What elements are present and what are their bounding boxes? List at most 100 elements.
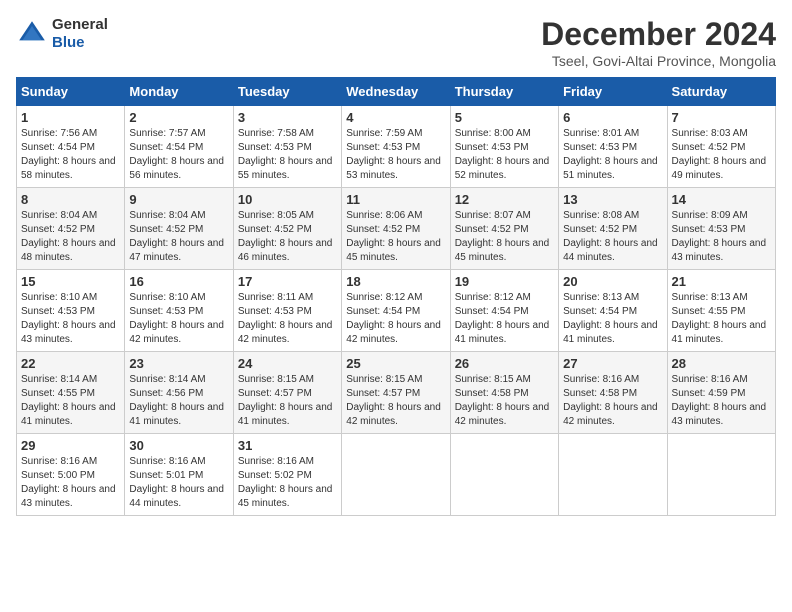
calendar-cell: 24 Sunrise: 8:15 AMSunset: 4:57 PMDayligh… [233, 352, 341, 434]
logo: General Blue [16, 16, 108, 52]
header-day-tuesday: Tuesday [233, 78, 341, 106]
day-detail: Sunrise: 8:01 AMSunset: 4:53 PMDaylight:… [563, 127, 662, 183]
day-number: 4 [346, 110, 445, 125]
calendar-cell: 7 Sunrise: 8:03 AMSunset: 4:52 PMDaylight… [667, 106, 775, 188]
day-number: 2 [129, 110, 228, 125]
day-detail: Sunrise: 8:13 AMSunset: 4:55 PMDaylight:… [672, 291, 771, 347]
calendar-cell: 27Sunrise: 8:16 AMSunset: 4:58 PMDayligh… [559, 352, 667, 434]
day-detail: Sunrise: 8:04 AMSunset: 4:52 PMDaylight:… [21, 209, 120, 265]
calendar-cell: 1 Sunrise: 7:56 AMSunset: 4:54 PMDaylight… [17, 106, 125, 188]
day-number: 30 [129, 438, 228, 453]
day-detail: Sunrise: 8:08 AMSunset: 4:52 PMDaylight:… [563, 209, 662, 265]
day-number: 22 [21, 356, 120, 371]
day-number: 3 [238, 110, 337, 125]
day-number: 21 [672, 274, 771, 289]
day-number: 7 [672, 110, 771, 125]
day-detail: Sunrise: 8:14 AMSunset: 4:55 PMDaylight:… [21, 373, 120, 429]
calendar-cell: 26 Sunrise: 8:15 AMSunset: 4:58 PMDayligh… [450, 352, 558, 434]
day-detail: Sunrise: 8:15 AMSunset: 4:57 PMDaylight:… [238, 373, 337, 429]
day-detail: Sunrise: 7:58 AMSunset: 4:53 PMDaylight:… [238, 127, 337, 183]
calendar-cell: 9 Sunrise: 8:04 AMSunset: 4:52 PMDaylight… [125, 188, 233, 270]
calendar-cell: 4 Sunrise: 7:59 AMSunset: 4:53 PMDaylight… [342, 106, 450, 188]
calendar-body: 1 Sunrise: 7:56 AMSunset: 4:54 PMDaylight… [17, 106, 776, 516]
day-number: 10 [238, 192, 337, 207]
day-detail: Sunrise: 8:06 AMSunset: 4:52 PMDaylight:… [346, 209, 445, 265]
day-detail: Sunrise: 8:15 AMSunset: 4:58 PMDaylight:… [455, 373, 554, 429]
day-detail: Sunrise: 7:57 AMSunset: 4:54 PMDaylight:… [129, 127, 228, 183]
calendar-cell: 30 Sunrise: 8:16 AMSunset: 5:01 PMDayligh… [125, 434, 233, 516]
day-number: 12 [455, 192, 554, 207]
day-number: 31 [238, 438, 337, 453]
day-number: 16 [129, 274, 228, 289]
calendar-cell: 16 Sunrise: 8:10 AMSunset: 4:53 PMDayligh… [125, 270, 233, 352]
header-day-wednesday: Wednesday [342, 78, 450, 106]
day-number: 8 [21, 192, 120, 207]
day-detail: Sunrise: 8:16 AMSunset: 4:59 PMDaylight:… [672, 373, 771, 429]
calendar-cell: 15 Sunrise: 8:10 AMSunset: 4:53 PMDayligh… [17, 270, 125, 352]
week-row-5: 29Sunrise: 8:16 AMSunset: 5:00 PMDayligh… [17, 434, 776, 516]
calendar-cell: 31 Sunrise: 8:16 AMSunset: 5:02 PMDayligh… [233, 434, 341, 516]
day-number: 24 [238, 356, 337, 371]
header-row: SundayMondayTuesdayWednesdayThursdayFrid… [17, 78, 776, 106]
calendar-cell: 21 Sunrise: 8:13 AMSunset: 4:55 PMDayligh… [667, 270, 775, 352]
day-detail: Sunrise: 8:15 AMSunset: 4:57 PMDaylight:… [346, 373, 445, 429]
day-number: 6 [563, 110, 662, 125]
day-number: 15 [21, 274, 120, 289]
header-day-thursday: Thursday [450, 78, 558, 106]
day-detail: Sunrise: 8:16 AMSunset: 5:00 PMDaylight:… [21, 455, 120, 511]
day-number: 14 [672, 192, 771, 207]
calendar-cell: 5 Sunrise: 8:00 AMSunset: 4:53 PMDaylight… [450, 106, 558, 188]
day-number: 28 [672, 356, 771, 371]
week-row-4: 22 Sunrise: 8:14 AMSunset: 4:55 PMDayligh… [17, 352, 776, 434]
day-detail: Sunrise: 7:56 AMSunset: 4:54 PMDaylight:… [21, 127, 120, 183]
calendar-cell: 6 Sunrise: 8:01 AMSunset: 4:53 PMDaylight… [559, 106, 667, 188]
logo-line2: Blue [52, 34, 108, 52]
day-number: 17 [238, 274, 337, 289]
day-detail: Sunrise: 8:16 AMSunset: 4:58 PMDaylight:… [563, 373, 662, 429]
day-detail: Sunrise: 8:04 AMSunset: 4:52 PMDaylight:… [129, 209, 228, 265]
day-detail: Sunrise: 8:10 AMSunset: 4:53 PMDaylight:… [129, 291, 228, 347]
day-detail: Sunrise: 8:05 AMSunset: 4:52 PMDaylight:… [238, 209, 337, 265]
calendar-cell [667, 434, 775, 516]
day-detail: Sunrise: 8:13 AMSunset: 4:54 PMDaylight:… [563, 291, 662, 347]
day-number: 1 [21, 110, 120, 125]
calendar-cell [559, 434, 667, 516]
title-area: December 2024 Tseel, Govi-Altai Province… [541, 16, 776, 69]
calendar-cell: 25 Sunrise: 8:15 AMSunset: 4:57 PMDayligh… [342, 352, 450, 434]
calendar-table: SundayMondayTuesdayWednesdayThursdayFrid… [16, 77, 776, 516]
calendar-cell: 22 Sunrise: 8:14 AMSunset: 4:55 PMDayligh… [17, 352, 125, 434]
calendar-cell [342, 434, 450, 516]
day-detail: Sunrise: 8:10 AMSunset: 4:53 PMDaylight:… [21, 291, 120, 347]
calendar-cell: 17 Sunrise: 8:11 AMSunset: 4:53 PMDayligh… [233, 270, 341, 352]
day-number: 26 [455, 356, 554, 371]
day-detail: Sunrise: 8:03 AMSunset: 4:52 PMDaylight:… [672, 127, 771, 183]
header-day-friday: Friday [559, 78, 667, 106]
calendar-cell: 20Sunrise: 8:13 AMSunset: 4:54 PMDayligh… [559, 270, 667, 352]
calendar-cell: 11Sunrise: 8:06 AMSunset: 4:52 PMDayligh… [342, 188, 450, 270]
calendar-cell: 12 Sunrise: 8:07 AMSunset: 4:52 PMDayligh… [450, 188, 558, 270]
day-detail: Sunrise: 8:11 AMSunset: 4:53 PMDaylight:… [238, 291, 337, 347]
day-detail: Sunrise: 8:12 AMSunset: 4:54 PMDaylight:… [455, 291, 554, 347]
header-day-sunday: Sunday [17, 78, 125, 106]
day-number: 5 [455, 110, 554, 125]
header: General Blue December 2024 Tseel, Govi-A… [16, 16, 776, 69]
calendar-cell: 14Sunrise: 8:09 AMSunset: 4:53 PMDayligh… [667, 188, 775, 270]
day-detail: Sunrise: 8:16 AMSunset: 5:01 PMDaylight:… [129, 455, 228, 511]
calendar-cell: 8 Sunrise: 8:04 AMSunset: 4:52 PMDaylight… [17, 188, 125, 270]
day-detail: Sunrise: 8:07 AMSunset: 4:52 PMDaylight:… [455, 209, 554, 265]
day-number: 9 [129, 192, 228, 207]
calendar-cell [450, 434, 558, 516]
calendar-cell: 19Sunrise: 8:12 AMSunset: 4:54 PMDayligh… [450, 270, 558, 352]
calendar-header: SundayMondayTuesdayWednesdayThursdayFrid… [17, 78, 776, 106]
header-day-monday: Monday [125, 78, 233, 106]
day-detail: Sunrise: 8:16 AMSunset: 5:02 PMDaylight:… [238, 455, 337, 511]
calendar-cell: 28 Sunrise: 8:16 AMSunset: 4:59 PMDayligh… [667, 352, 775, 434]
calendar-cell: 2 Sunrise: 7:57 AMSunset: 4:54 PMDaylight… [125, 106, 233, 188]
day-detail: Sunrise: 7:59 AMSunset: 4:53 PMDaylight:… [346, 127, 445, 183]
day-detail: Sunrise: 8:00 AMSunset: 4:53 PMDaylight:… [455, 127, 554, 183]
calendar-cell: 3 Sunrise: 7:58 AMSunset: 4:53 PMDaylight… [233, 106, 341, 188]
day-number: 25 [346, 356, 445, 371]
week-row-3: 15 Sunrise: 8:10 AMSunset: 4:53 PMDayligh… [17, 270, 776, 352]
calendar-cell: 29Sunrise: 8:16 AMSunset: 5:00 PMDayligh… [17, 434, 125, 516]
day-number: 23 [129, 356, 228, 371]
